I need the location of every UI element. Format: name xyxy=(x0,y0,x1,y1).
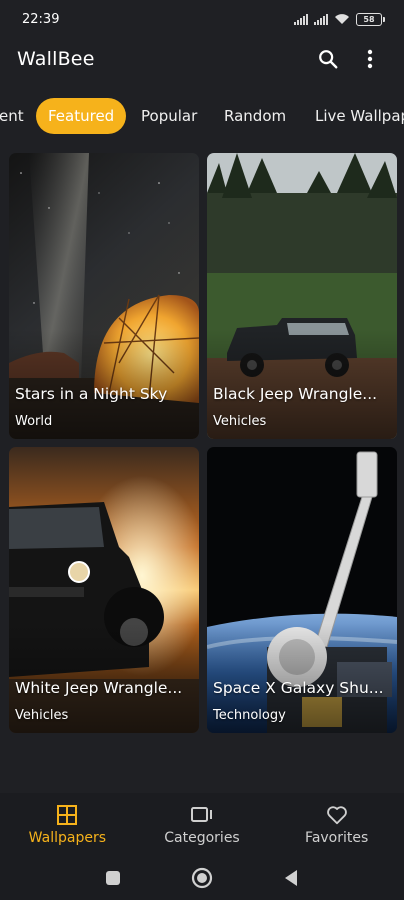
nav-label: Categories xyxy=(164,830,240,846)
more-options-button[interactable] xyxy=(352,41,388,77)
tab-recent[interactable]: ent xyxy=(0,98,24,134)
wallpaper-category: Vehicles xyxy=(15,708,69,723)
back-icon[interactable] xyxy=(283,869,299,887)
nav-wallpapers[interactable]: Wallpapers xyxy=(0,793,135,855)
search-icon xyxy=(319,50,338,69)
signal-icon xyxy=(294,13,308,25)
status-icons: 58 xyxy=(294,12,385,26)
tab-random[interactable]: Random xyxy=(224,98,286,134)
nav-label: Wallpapers xyxy=(28,830,106,846)
more-vert-icon xyxy=(367,49,373,69)
heart-icon xyxy=(326,806,347,825)
wallpaper-card[interactable]: Space X Galaxy Shu... Technology xyxy=(207,447,397,733)
bottom-nav: Wallpapers Categories Favorites xyxy=(0,793,404,855)
tab-featured[interactable]: Featured xyxy=(36,98,127,134)
nav-favorites[interactable]: Favorites xyxy=(269,793,404,855)
wallpaper-card[interactable]: White Jeep Wrangle... Vehicles xyxy=(9,447,199,733)
recents-icon[interactable] xyxy=(105,870,121,886)
search-button[interactable] xyxy=(310,41,346,77)
nav-label: Favorites xyxy=(305,830,369,846)
wallpaper-category: Technology xyxy=(213,708,286,723)
wallpaper-title: Space X Galaxy Shu... xyxy=(213,679,384,697)
wallpaper-title: Stars in a Night Sky xyxy=(15,385,168,403)
category-tabs: ent Featured Popular Random Live Wallpap xyxy=(0,96,404,136)
status-time: 22:39 xyxy=(22,11,60,27)
tab-live-wallpapers[interactable]: Live Wallpap xyxy=(315,98,404,134)
wallpaper-category: World xyxy=(15,414,53,429)
wallpaper-title: White Jeep Wrangle... xyxy=(15,679,183,697)
wallpaper-card[interactable]: Black Jeep Wrangle... Vehicles xyxy=(207,153,397,439)
tab-popular[interactable]: Popular xyxy=(141,98,197,134)
battery-icon: 58 xyxy=(356,12,385,26)
wifi-icon xyxy=(335,14,349,24)
wallpaper-title: Black Jeep Wrangle... xyxy=(213,385,378,403)
wallpaper-category: Vehicles xyxy=(213,414,267,429)
battery-level: 58 xyxy=(363,14,375,24)
categories-icon xyxy=(191,807,212,822)
wallpaper-card[interactable]: Stars in a Night Sky World xyxy=(9,153,199,439)
grid-icon xyxy=(57,805,78,825)
app-bar: WallBee xyxy=(0,38,404,80)
signal-icon-2 xyxy=(314,13,328,25)
system-nav-bar xyxy=(0,855,404,900)
nav-categories[interactable]: Categories xyxy=(135,793,270,855)
status-bar: 22:39 58 xyxy=(0,0,404,38)
home-icon[interactable] xyxy=(191,867,213,889)
app-title: WallBee xyxy=(17,48,95,70)
